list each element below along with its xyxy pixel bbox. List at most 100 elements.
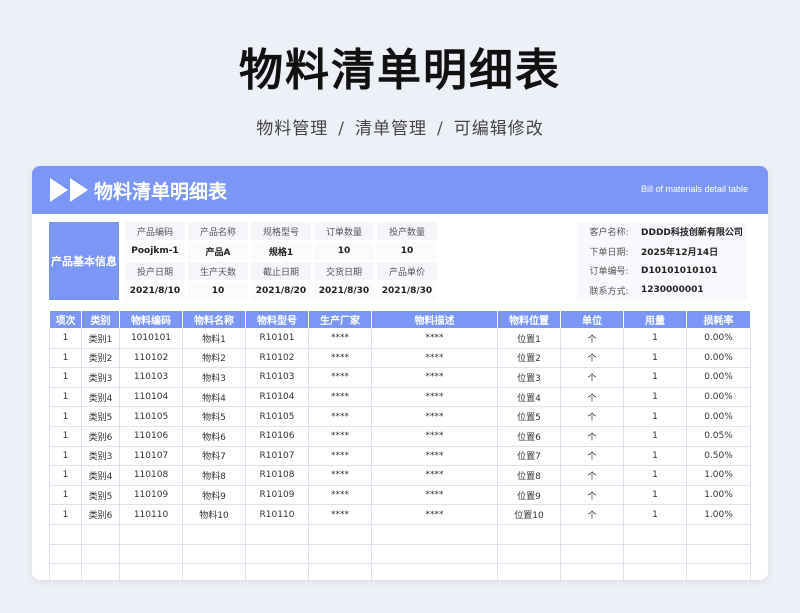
table-cell[interactable]: 110105	[119, 406, 183, 427]
table-cell[interactable]: 个	[560, 504, 624, 525]
table-cell[interactable]: 0.00%	[686, 406, 751, 427]
info-value-cell[interactable]: 10	[377, 242, 437, 260]
table-cell[interactable]: ****	[371, 328, 498, 349]
table-cell[interactable]: 个	[560, 386, 624, 408]
table-cell[interactable]: 1	[623, 406, 687, 427]
table-cell[interactable]: ****	[371, 445, 498, 467]
table-cell[interactable]: 1	[623, 445, 687, 467]
table-cell[interactable]: 类别4	[81, 386, 120, 408]
table-cell[interactable]: 1.00%	[686, 504, 751, 525]
table-cell[interactable]: ****	[308, 386, 372, 408]
table-cell[interactable]	[623, 543, 687, 565]
table-cell[interactable]: ****	[371, 504, 498, 525]
table-cell[interactable]: 1	[49, 425, 82, 447]
breadcrumb-item[interactable]: 可编辑修改	[454, 119, 544, 139]
table-cell[interactable]: 物料6	[182, 425, 246, 447]
table-cell[interactable]: 物料1	[182, 328, 246, 349]
table-cell[interactable]: 位置10	[497, 504, 561, 525]
table-cell[interactable]: ****	[371, 484, 498, 506]
table-cell[interactable]: 类别6	[81, 504, 120, 525]
table-cell[interactable]: R10110	[245, 504, 309, 525]
table-cell[interactable]: 1	[49, 465, 82, 486]
table-cell[interactable]	[182, 563, 246, 580]
table-cell[interactable]	[686, 543, 751, 565]
table-cell[interactable]	[371, 563, 498, 580]
table-cell[interactable]: R10104	[245, 386, 309, 408]
table-cell[interactable]: 物料9	[182, 484, 246, 506]
breadcrumb-item[interactable]: 物料管理	[256, 119, 328, 139]
info-value-cell[interactable]: 2021/8/10	[125, 282, 185, 300]
table-cell[interactable]	[623, 523, 687, 545]
table-cell[interactable]	[497, 563, 561, 580]
customer-field-value[interactable]: DDDD科技创新有限公司	[641, 225, 743, 238]
table-cell[interactable]: ****	[308, 367, 372, 388]
info-value-cell[interactable]: Poojkm-1	[125, 242, 185, 260]
table-cell[interactable]: 110106	[119, 425, 183, 447]
table-cell[interactable]	[308, 523, 372, 545]
table-cell[interactable]: 类别2	[81, 347, 120, 369]
table-cell[interactable]: 位置7	[497, 445, 561, 467]
table-cell[interactable]: 位置3	[497, 367, 561, 388]
table-cell[interactable]: 1	[623, 484, 687, 506]
table-cell[interactable]: R10102	[245, 347, 309, 369]
table-cell[interactable]: R10109	[245, 484, 309, 506]
table-cell[interactable]: ****	[371, 367, 498, 388]
table-cell[interactable]: 1	[49, 328, 82, 349]
table-cell[interactable]: 1.00%	[686, 484, 751, 506]
table-cell[interactable]: R10101	[245, 328, 309, 349]
table-cell[interactable]: ****	[308, 504, 372, 525]
table-cell[interactable]	[497, 523, 561, 545]
table-cell[interactable]	[49, 523, 82, 545]
table-cell[interactable]: ****	[308, 445, 372, 467]
table-cell[interactable]: 物料10	[182, 504, 246, 525]
table-cell[interactable]: 类别3	[81, 445, 120, 467]
table-cell[interactable]: 1	[623, 328, 687, 349]
table-cell[interactable]: ****	[308, 328, 372, 349]
table-cell[interactable]: ****	[371, 347, 498, 369]
table-cell[interactable]: 个	[560, 465, 624, 486]
info-value-cell[interactable]: 规格1	[251, 242, 311, 260]
table-cell[interactable]	[686, 523, 751, 545]
table-cell[interactable]: 1	[623, 504, 687, 525]
table-cell[interactable]	[119, 543, 183, 565]
table-cell[interactable]: R10107	[245, 445, 309, 467]
table-cell[interactable]: 物料2	[182, 347, 246, 369]
customer-field-value[interactable]: 2025年12月14日	[641, 245, 718, 258]
table-cell[interactable]	[497, 543, 561, 565]
table-cell[interactable]: 个	[560, 328, 624, 349]
table-cell[interactable]: ****	[308, 465, 372, 486]
table-cell[interactable]	[560, 523, 624, 545]
table-cell[interactable]: 物料4	[182, 386, 246, 408]
table-cell[interactable]	[81, 543, 120, 565]
table-cell[interactable]: 个	[560, 406, 624, 427]
table-cell[interactable]: 110108	[119, 465, 183, 486]
table-cell[interactable]: 位置6	[497, 425, 561, 447]
table-cell[interactable]: 类别1	[81, 328, 120, 349]
table-cell[interactable]: R10105	[245, 406, 309, 427]
table-cell[interactable]: 110107	[119, 445, 183, 467]
table-cell[interactable]: ****	[308, 347, 372, 369]
table-cell[interactable]	[119, 563, 183, 580]
table-cell[interactable]: 类别3	[81, 367, 120, 388]
table-cell[interactable]: 110104	[119, 386, 183, 408]
table-cell[interactable]: ****	[308, 484, 372, 506]
table-cell[interactable]: 1	[49, 386, 82, 408]
table-cell[interactable]: 1010101	[119, 328, 183, 349]
table-cell[interactable]: 0.00%	[686, 367, 751, 388]
table-cell[interactable]: 1	[49, 406, 82, 427]
table-cell[interactable]: 1	[623, 347, 687, 369]
table-cell[interactable]: 1	[623, 465, 687, 486]
table-cell[interactable]: 1	[623, 367, 687, 388]
table-cell[interactable]	[623, 563, 687, 580]
customer-field-value[interactable]: 1230000001	[641, 285, 704, 295]
table-cell[interactable]: 个	[560, 367, 624, 388]
table-cell[interactable]: 物料8	[182, 465, 246, 486]
table-cell[interactable]: ****	[371, 425, 498, 447]
breadcrumb-item[interactable]: 清单管理	[355, 119, 427, 139]
table-cell[interactable]: 个	[560, 425, 624, 447]
table-cell[interactable]	[245, 523, 309, 545]
table-cell[interactable]: 类别5	[81, 484, 120, 506]
table-cell[interactable]	[182, 523, 246, 545]
info-value-cell[interactable]: 2021/8/30	[314, 282, 374, 300]
table-cell[interactable]	[49, 563, 82, 580]
